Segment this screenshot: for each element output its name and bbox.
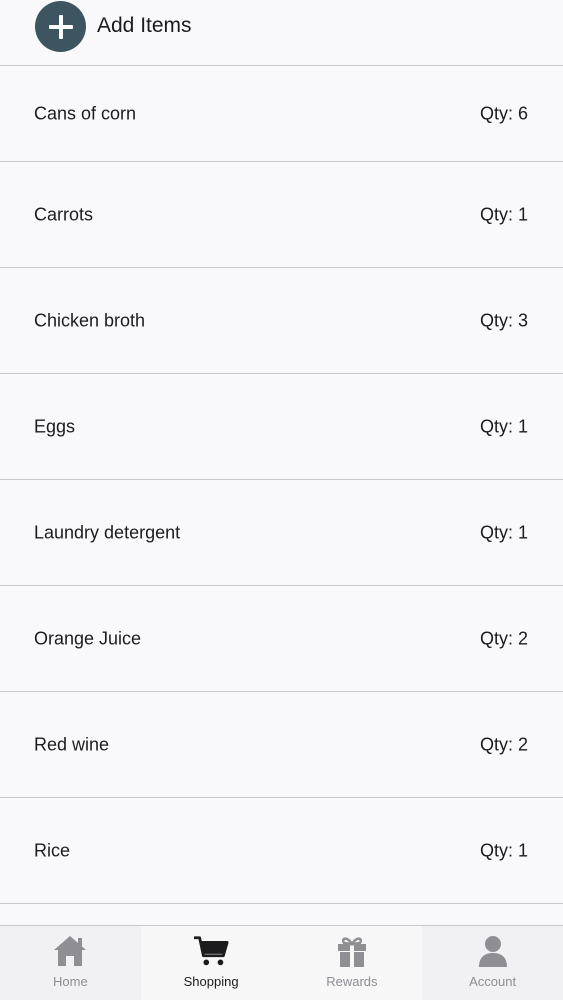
item-qty: Qty: 2 [479, 628, 528, 648]
list-item[interactable]: Eggs Qty: 1 [0, 374, 563, 480]
tab-shopping[interactable]: Shopping [141, 926, 282, 1000]
tab-rewards-label: Rewards [326, 974, 378, 989]
item-name: Cans of corn [34, 103, 137, 123]
list-item[interactable]: Orange Juice Qty: 2 [0, 586, 563, 692]
item-name: Laundry detergent [34, 522, 181, 542]
add-items-button[interactable] [35, 1, 86, 52]
list-item[interactable]: Cans of corn Qty: 6 [0, 66, 563, 162]
tab-shopping-label: Shopping [183, 974, 239, 989]
tab-home-label: Home [53, 974, 88, 989]
item-qty: Qty: 6 [479, 103, 528, 123]
item-qty: Qty: 1 [479, 522, 528, 542]
add-items-header[interactable]: Add Items [0, 0, 563, 66]
cart-icon [194, 936, 229, 966]
shopping-list-screen: Add Items Cans of corn Qty: 6 Carrots Qt… [0, 0, 563, 1000]
item-qty: Qty: 1 [479, 204, 528, 224]
shopping-list: Cans of corn Qty: 6 Carrots Qty: 1 Chick… [0, 66, 563, 1000]
item-name: Carrots [34, 204, 94, 224]
tab-bar: Home Shopping Rewards Account [0, 925, 563, 1000]
item-name: Red wine [34, 734, 110, 754]
plus-icon [48, 14, 73, 39]
tab-rewards[interactable]: Rewards [282, 926, 423, 1000]
tab-home[interactable]: Home [0, 926, 141, 1000]
tab-account-label: Account [469, 974, 517, 989]
list-item[interactable]: Carrots Qty: 1 [0, 162, 563, 268]
item-qty: Qty: 1 [479, 416, 528, 436]
item-name: Orange Juice [34, 628, 142, 648]
item-name: Chicken broth [34, 310, 146, 330]
item-qty: Qty: 1 [479, 840, 528, 860]
add-items-label: Add Items [97, 14, 192, 37]
item-name: Rice [34, 840, 71, 860]
list-item[interactable]: Laundry detergent Qty: 1 [0, 480, 563, 586]
person-icon [478, 936, 507, 967]
item-qty: Qty: 3 [479, 310, 528, 330]
gift-icon [337, 937, 366, 967]
item-qty: Qty: 2 [479, 734, 528, 754]
home-icon [54, 936, 87, 966]
tab-account[interactable]: Account [422, 926, 563, 1000]
list-item[interactable]: Red wine Qty: 2 [0, 692, 563, 798]
list-item[interactable]: Rice Qty: 1 [0, 798, 563, 904]
item-name: Eggs [34, 416, 76, 436]
list-item[interactable]: Chicken broth Qty: 3 [0, 268, 563, 374]
